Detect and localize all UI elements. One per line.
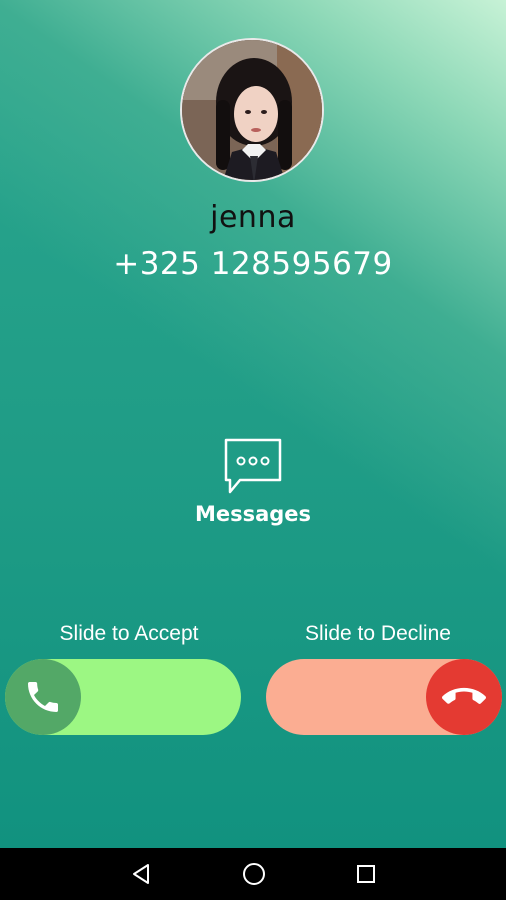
caller-avatar — [180, 38, 324, 182]
recent-apps-square-icon — [357, 865, 375, 883]
slide-to-decline-label: Slide to Decline — [305, 622, 451, 645]
accept-slider-track[interactable] — [5, 659, 241, 735]
nav-back-button[interactable] — [121, 858, 161, 890]
accept-call-handle[interactable] — [5, 659, 81, 735]
messages-label: Messages — [194, 502, 312, 526]
back-triangle-icon — [133, 864, 149, 884]
incoming-call-screen: jenna +325 128595679 Messages Slide to A… — [0, 0, 506, 848]
chat-bubble-icon — [222, 436, 284, 498]
phone-hangup-icon — [442, 687, 486, 704]
nav-recent-apps-button[interactable] — [346, 858, 386, 890]
caller-number: +325 128595679 — [113, 246, 393, 282]
decline-slider-track[interactable] — [266, 659, 502, 735]
phone-icon — [28, 682, 58, 712]
system-navigation-bar — [0, 848, 506, 900]
messages-button[interactable]: Messages — [178, 432, 328, 532]
decline-call-handle[interactable] — [426, 659, 502, 735]
contact-photo-icon — [182, 40, 322, 180]
caller-name: jenna — [210, 200, 296, 235]
nav-home-button[interactable] — [234, 858, 274, 890]
slide-to-accept-label: Slide to Accept — [59, 622, 199, 645]
home-circle-icon — [243, 863, 265, 885]
